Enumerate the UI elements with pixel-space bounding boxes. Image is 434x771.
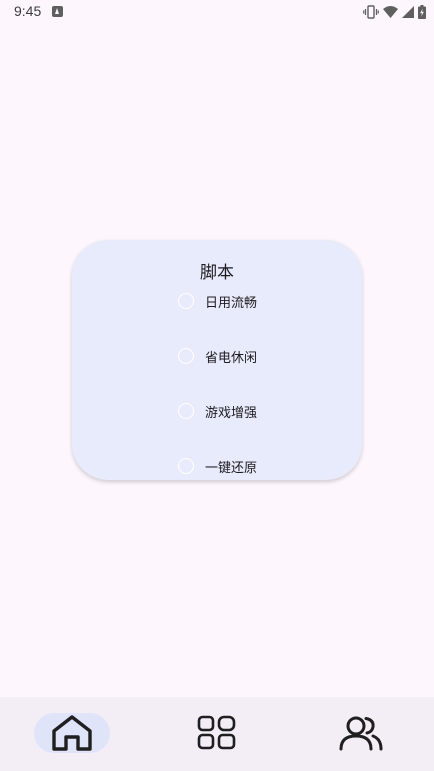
- users-icon: [337, 714, 385, 752]
- option-game-boost[interactable]: 游戏增强: [178, 400, 257, 422]
- radio-button[interactable]: [178, 348, 194, 364]
- radio-button[interactable]: [178, 403, 194, 419]
- radio-button[interactable]: [178, 293, 194, 309]
- nav-apps[interactable]: [179, 713, 255, 753]
- nav-home[interactable]: [34, 713, 110, 753]
- option-label: 一键还原: [205, 460, 258, 476]
- option-label: 游戏增强: [205, 405, 258, 421]
- script-options-list[interactable]: 日用流畅 省电休闲 游戏增强 一键还原: [72, 290, 362, 480]
- script-card: 脚本 日用流畅 省电休闲 游戏增强 一键还原: [72, 240, 362, 480]
- option-one-click-restore[interactable]: 一键还原: [178, 455, 257, 477]
- nav-users[interactable]: [323, 713, 399, 753]
- signal-icon: [402, 6, 414, 18]
- apps-grid-icon: [196, 715, 238, 751]
- vibrate-icon: [363, 5, 379, 19]
- option-label: 日用流畅: [205, 295, 258, 311]
- option-power-saving[interactable]: 省电休闲: [178, 345, 257, 367]
- option-daily-smooth[interactable]: 日用流畅: [178, 290, 257, 312]
- option-label: 省电休闲: [205, 350, 258, 366]
- home-icon: [48, 713, 96, 753]
- status-icons: [363, 4, 426, 20]
- app-notification-icon: [52, 6, 63, 17]
- wifi-icon: [383, 6, 398, 18]
- card-title: 脚本: [200, 263, 234, 283]
- radio-button[interactable]: [178, 458, 194, 474]
- status-bar: 9:45: [0, 0, 434, 24]
- status-time: 9:45: [14, 3, 42, 19]
- bottom-navigation: [0, 697, 434, 771]
- battery-icon: [418, 5, 426, 19]
